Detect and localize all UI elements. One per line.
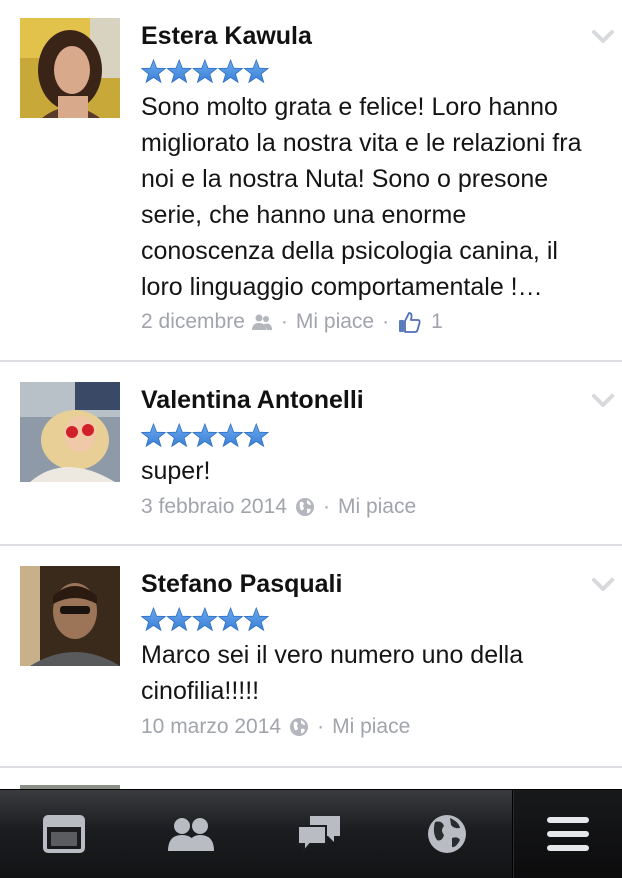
review-meta: 3 febbraio 2014 · Mi piace	[141, 495, 416, 519]
star-icons	[141, 423, 269, 447]
chevron-down-icon[interactable]	[592, 578, 614, 592]
separator: ·	[280, 310, 288, 333]
friend-requests-icon	[168, 818, 214, 851]
review-item: Stefano Pasquali Marco sei il vero numer…	[0, 546, 622, 768]
chevron-down-icon[interactable]	[592, 394, 614, 408]
notifications-globe-icon	[428, 815, 466, 853]
reviewer-name[interactable]: Estera Kawula	[141, 22, 312, 51]
avatar[interactable]	[20, 382, 120, 482]
like-link[interactable]: Mi piace	[332, 715, 410, 739]
tab-notifications[interactable]	[397, 790, 497, 878]
separator: ·	[322, 495, 330, 518]
review-date[interactable]: 2 dicembre	[141, 310, 245, 334]
messages-icon	[297, 816, 340, 854]
friends-icon	[251, 314, 272, 330]
review-text: super!	[141, 457, 211, 485]
avatar[interactable]	[20, 566, 120, 666]
tab-messages[interactable]	[269, 790, 369, 878]
star-rating	[141, 423, 269, 449]
star-rating	[141, 59, 269, 85]
review-item: Estera Kawula Sono molto grata e felice!…	[0, 0, 622, 362]
bottom-tab-bar	[0, 789, 622, 878]
globe-icon	[290, 718, 309, 736]
star-icons	[141, 59, 269, 83]
reviewer-name[interactable]: Stefano Pasquali	[141, 570, 342, 599]
tab-menu[interactable]	[512, 790, 622, 878]
review-meta: 10 marzo 2014 · Mi piace	[141, 715, 410, 739]
news-feed-icon	[43, 815, 85, 853]
review-date[interactable]: 3 febbraio 2014	[141, 495, 287, 519]
chevron-down-icon[interactable]	[592, 30, 614, 44]
review-meta: 2 dicembre · Mi piace · 1	[141, 310, 443, 334]
globe-icon	[295, 498, 314, 516]
star-icons	[141, 607, 269, 631]
tab-friend-requests[interactable]	[141, 790, 241, 878]
menu-icon	[547, 817, 589, 851]
like-count: 1	[431, 310, 443, 333]
review-text: Sono molto grata e felice! Loro hanno mi…	[141, 93, 582, 301]
reviewer-name[interactable]: Valentina Antonelli	[141, 386, 364, 415]
reviews-feed: Estera Kawula Sono molto grata e felice!…	[0, 0, 622, 789]
tab-news-feed[interactable]	[14, 790, 114, 878]
review-text: Marco sei il vero numero uno della cinof…	[141, 641, 524, 705]
review-item: Valentina Antonelli super! 3 febbraio 20…	[0, 362, 622, 546]
review-date[interactable]: 10 marzo 2014	[141, 715, 281, 739]
thumbs-up-icon	[399, 312, 421, 333]
star-rating	[141, 607, 269, 633]
like-link[interactable]: Mi piace	[338, 495, 416, 519]
separator: ·	[382, 310, 390, 333]
avatar[interactable]	[20, 18, 120, 118]
separator: ·	[317, 715, 325, 738]
like-link[interactable]: Mi piace	[296, 310, 374, 334]
